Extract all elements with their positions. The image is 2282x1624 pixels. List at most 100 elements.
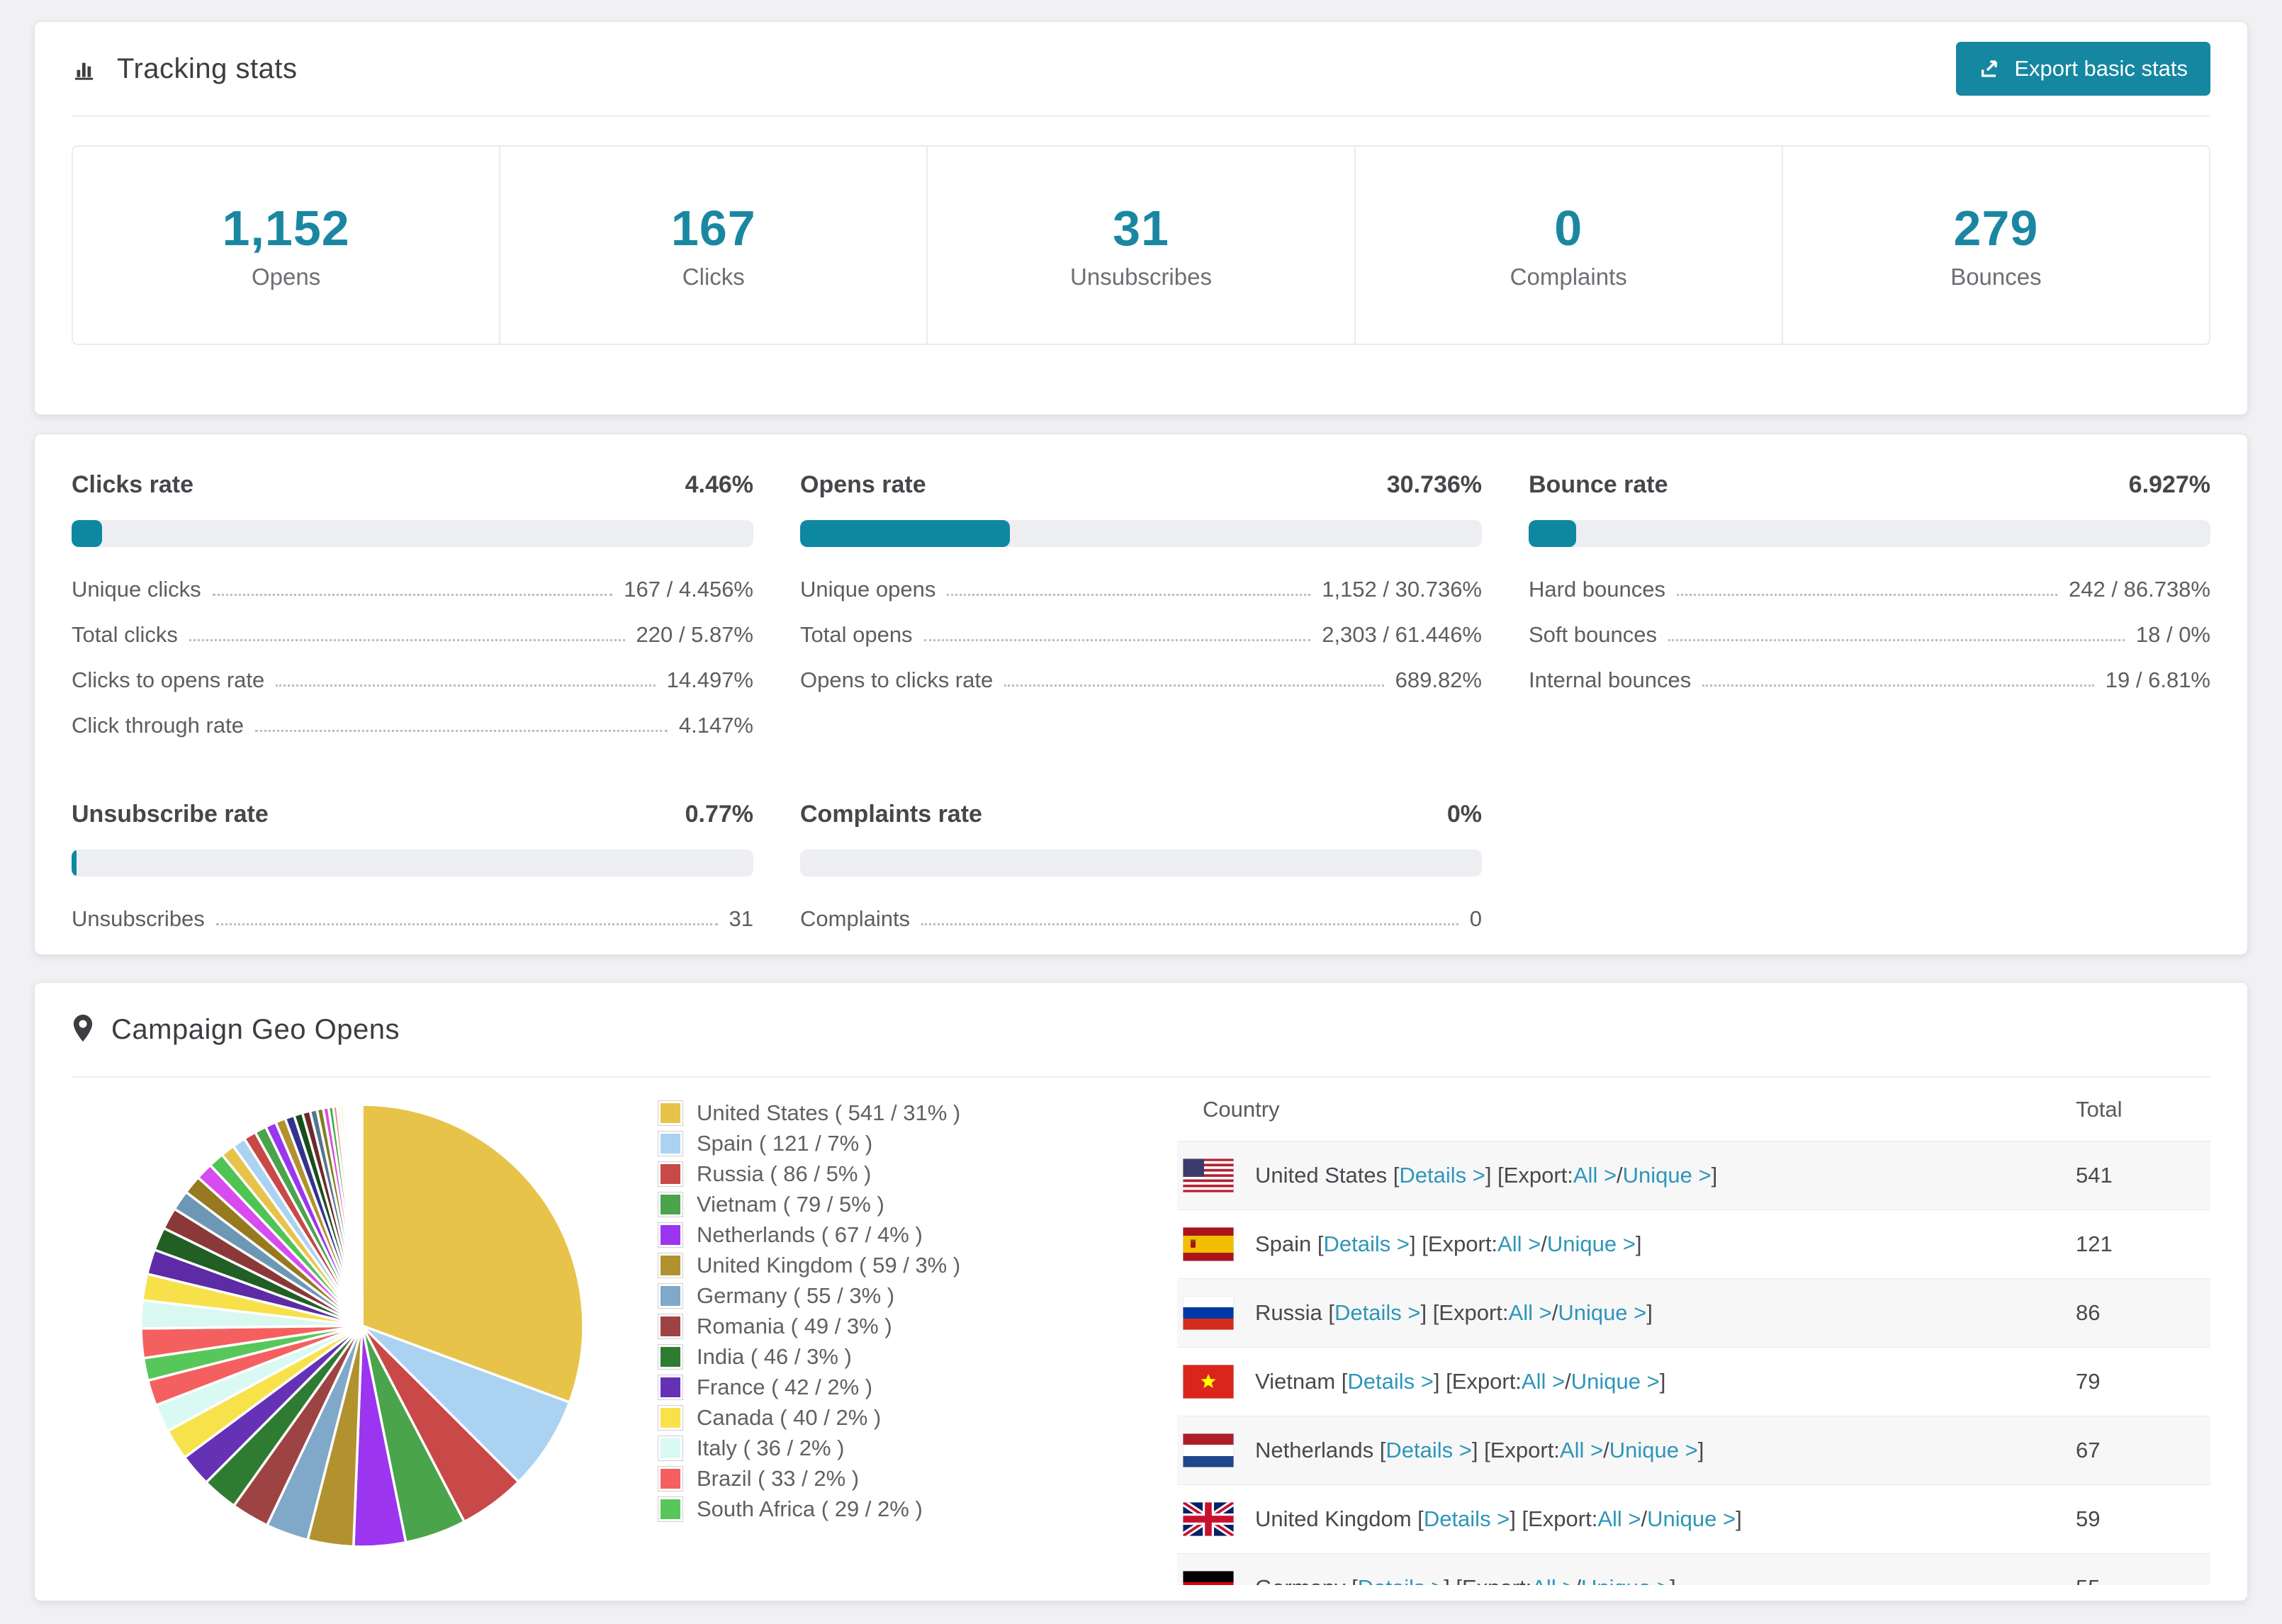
legend-label: Brazil ( 33 / 2% ) [697, 1465, 860, 1491]
legend-label: South Africa ( 29 / 2% ) [697, 1496, 923, 1521]
export-all-link[interactable]: All > [1560, 1438, 1603, 1463]
dotted-leader [212, 594, 613, 596]
legend-label: Russia ( 86 / 5% ) [697, 1161, 872, 1186]
export-unique-link[interactable]: Unique > [1647, 1506, 1736, 1532]
stat-label: Opens [251, 264, 321, 290]
export-unique-link[interactable]: Unique > [1571, 1369, 1660, 1394]
total-cell: 67 [2076, 1438, 2101, 1462]
rate-block: Unsubscribe rate 0.77% Unsubscribes 31 [72, 801, 753, 952]
details-link[interactable]: Details > [1324, 1231, 1410, 1257]
export-unique-link[interactable]: Unique > [1609, 1438, 1698, 1463]
export-all-link[interactable]: All > [1522, 1369, 1565, 1394]
legend-item[interactable]: South Africa ( 29 / 2% ) [658, 1494, 1069, 1524]
rate-percentage: 4.46% [685, 471, 753, 498]
rate-block: Opens rate 30.736% Unique opens 1,152 / 30.… [800, 471, 1482, 758]
geo-table: Country Total United States [Details >] … [1177, 1078, 2210, 1585]
export-all-link[interactable]: All > [1597, 1506, 1641, 1532]
legend-item[interactable]: Brazil ( 33 / 2% ) [658, 1463, 1069, 1494]
legend-item[interactable]: Vietnam ( 79 / 5% ) [658, 1189, 1069, 1219]
dotted-leader [947, 594, 1311, 596]
rate-detail-row: Unique opens 1,152 / 30.736% [800, 577, 1482, 602]
stat-value: 31 [1113, 201, 1169, 256]
stat-value: 167 [670, 201, 756, 256]
rate-detail-row: Total opens 2,303 / 61.446% [800, 622, 1482, 648]
legend-item[interactable]: France ( 42 / 2% ) [658, 1372, 1069, 1402]
legend-label: Vietnam ( 79 / 5% ) [697, 1191, 884, 1217]
total-cell: 59 [2076, 1506, 2101, 1531]
rate-detail-rows: Complaints 0 [800, 906, 1482, 932]
export-unique-link[interactable]: Unique > [1547, 1231, 1636, 1257]
export-all-link[interactable]: All > [1573, 1163, 1617, 1188]
legend-item[interactable]: United Kingdom ( 59 / 3% ) [658, 1250, 1069, 1280]
rate-detail-row: Opens to clicks rate 689.82% [800, 667, 1482, 693]
progress-bar [72, 520, 753, 547]
legend-item[interactable]: Germany ( 55 / 3% ) [658, 1280, 1069, 1311]
progress-bar-fill [800, 520, 1010, 547]
legend-swatch [658, 1466, 682, 1491]
legend-item[interactable]: Spain ( 121 / 7% ) [658, 1128, 1069, 1158]
de-flag-icon [1183, 1571, 1234, 1585]
legend-item[interactable]: United States ( 541 / 31% ) [658, 1098, 1069, 1128]
pie-slice-other[interactable] [360, 1103, 364, 1327]
details-link[interactable]: Details > [1334, 1300, 1420, 1326]
legend-item[interactable]: India ( 46 / 3% ) [658, 1341, 1069, 1372]
export-all-link[interactable]: All > [1531, 1575, 1575, 1585]
details-link[interactable]: Details > [1386, 1438, 1471, 1463]
nl-flag-icon [1183, 1433, 1234, 1467]
legend-item[interactable]: Italy ( 36 / 2% ) [658, 1433, 1069, 1463]
details-link[interactable]: Details > [1347, 1369, 1433, 1394]
details-link[interactable]: Details > [1399, 1163, 1485, 1188]
details-link[interactable]: Details > [1424, 1506, 1510, 1532]
detail-label: Click through rate [72, 713, 244, 738]
progress-bar [72, 850, 753, 876]
es-flag-icon [1183, 1227, 1234, 1261]
legend-item[interactable]: Russia ( 86 / 5% ) [658, 1158, 1069, 1189]
legend-label: France ( 42 / 2% ) [697, 1374, 873, 1399]
export-all-link[interactable]: All > [1497, 1231, 1541, 1257]
total-cell: 541 [2076, 1163, 2113, 1188]
stat-label: Bounces [1950, 264, 2042, 290]
legend-swatch [658, 1192, 682, 1217]
export-all-link[interactable]: All > [1509, 1300, 1552, 1326]
detail-value: 0 [1469, 906, 1482, 931]
details-link[interactable]: Details > [1358, 1575, 1444, 1585]
geo-opens-pie-chart[interactable] [128, 1092, 596, 1560]
rate-head: Complaints rate 0% [800, 801, 1482, 828]
export-unique-link[interactable]: Unique > [1558, 1300, 1646, 1326]
detail-value: 4.147% [678, 713, 753, 738]
table-row: United Kingdom [Details >] [Export: All … [1177, 1485, 2210, 1554]
legend-item[interactable]: Canada ( 40 / 2% ) [658, 1402, 1069, 1433]
legend-item[interactable]: Netherlands ( 67 / 4% ) [658, 1219, 1069, 1250]
stat-value: 0 [1554, 201, 1583, 256]
progress-bar-fill [72, 520, 102, 547]
table-row: Russia [Details >] [Export: All > / Uniq… [1177, 1279, 2210, 1348]
export-unique-link[interactable]: Unique > [1581, 1575, 1670, 1585]
legend-swatch [658, 1314, 682, 1338]
dotted-leader [1668, 639, 2125, 641]
rate-detail-row: Unique clicks 167 / 4.456% [72, 577, 753, 602]
total-column-header: Total [2076, 1096, 2123, 1122]
total-cell: 79 [2076, 1369, 2101, 1394]
detail-value: 242 / 86.738% [2069, 577, 2210, 602]
detail-label: Total opens [800, 622, 913, 647]
rates-grid: Clicks rate 4.46% Unique clicks 167 / 4.456… [35, 434, 2247, 952]
rate-title: Bounce rate [1529, 471, 1668, 498]
table-row: Netherlands [Details >] [Export: All > /… [1177, 1416, 2210, 1485]
rate-block: Bounce rate 6.927% Hard bounces 242 / 86.73… [1529, 471, 2210, 758]
export-basic-stats-button[interactable]: Export basic stats [1956, 42, 2210, 96]
rate-percentage: 0% [1446, 801, 1482, 828]
gb-flag-icon [1183, 1502, 1234, 1536]
rate-detail-row: Clicks to opens rate 14.497% [72, 667, 753, 693]
legend-item[interactable]: Romania ( 49 / 3% ) [658, 1311, 1069, 1341]
detail-value: 220 / 5.87% [636, 622, 753, 647]
country-column-header: Country [1203, 1096, 1280, 1122]
export-unique-link[interactable]: Unique > [1623, 1163, 1712, 1188]
table-row: Vietnam [Details >] [Export: All > / Uni… [1177, 1348, 2210, 1416]
country-cell: United Kingdom [Details >] [Export: All … [1177, 1502, 2076, 1536]
rate-head: Unsubscribe rate 0.77% [72, 801, 753, 828]
total-cell: 86 [2076, 1300, 2101, 1325]
dotted-leader [215, 923, 718, 925]
country-cell: Russia [Details >] [Export: All > / Uniq… [1177, 1296, 2076, 1330]
detail-value: 19 / 6.81% [2105, 667, 2210, 692]
stat-label: Clicks [682, 264, 745, 290]
